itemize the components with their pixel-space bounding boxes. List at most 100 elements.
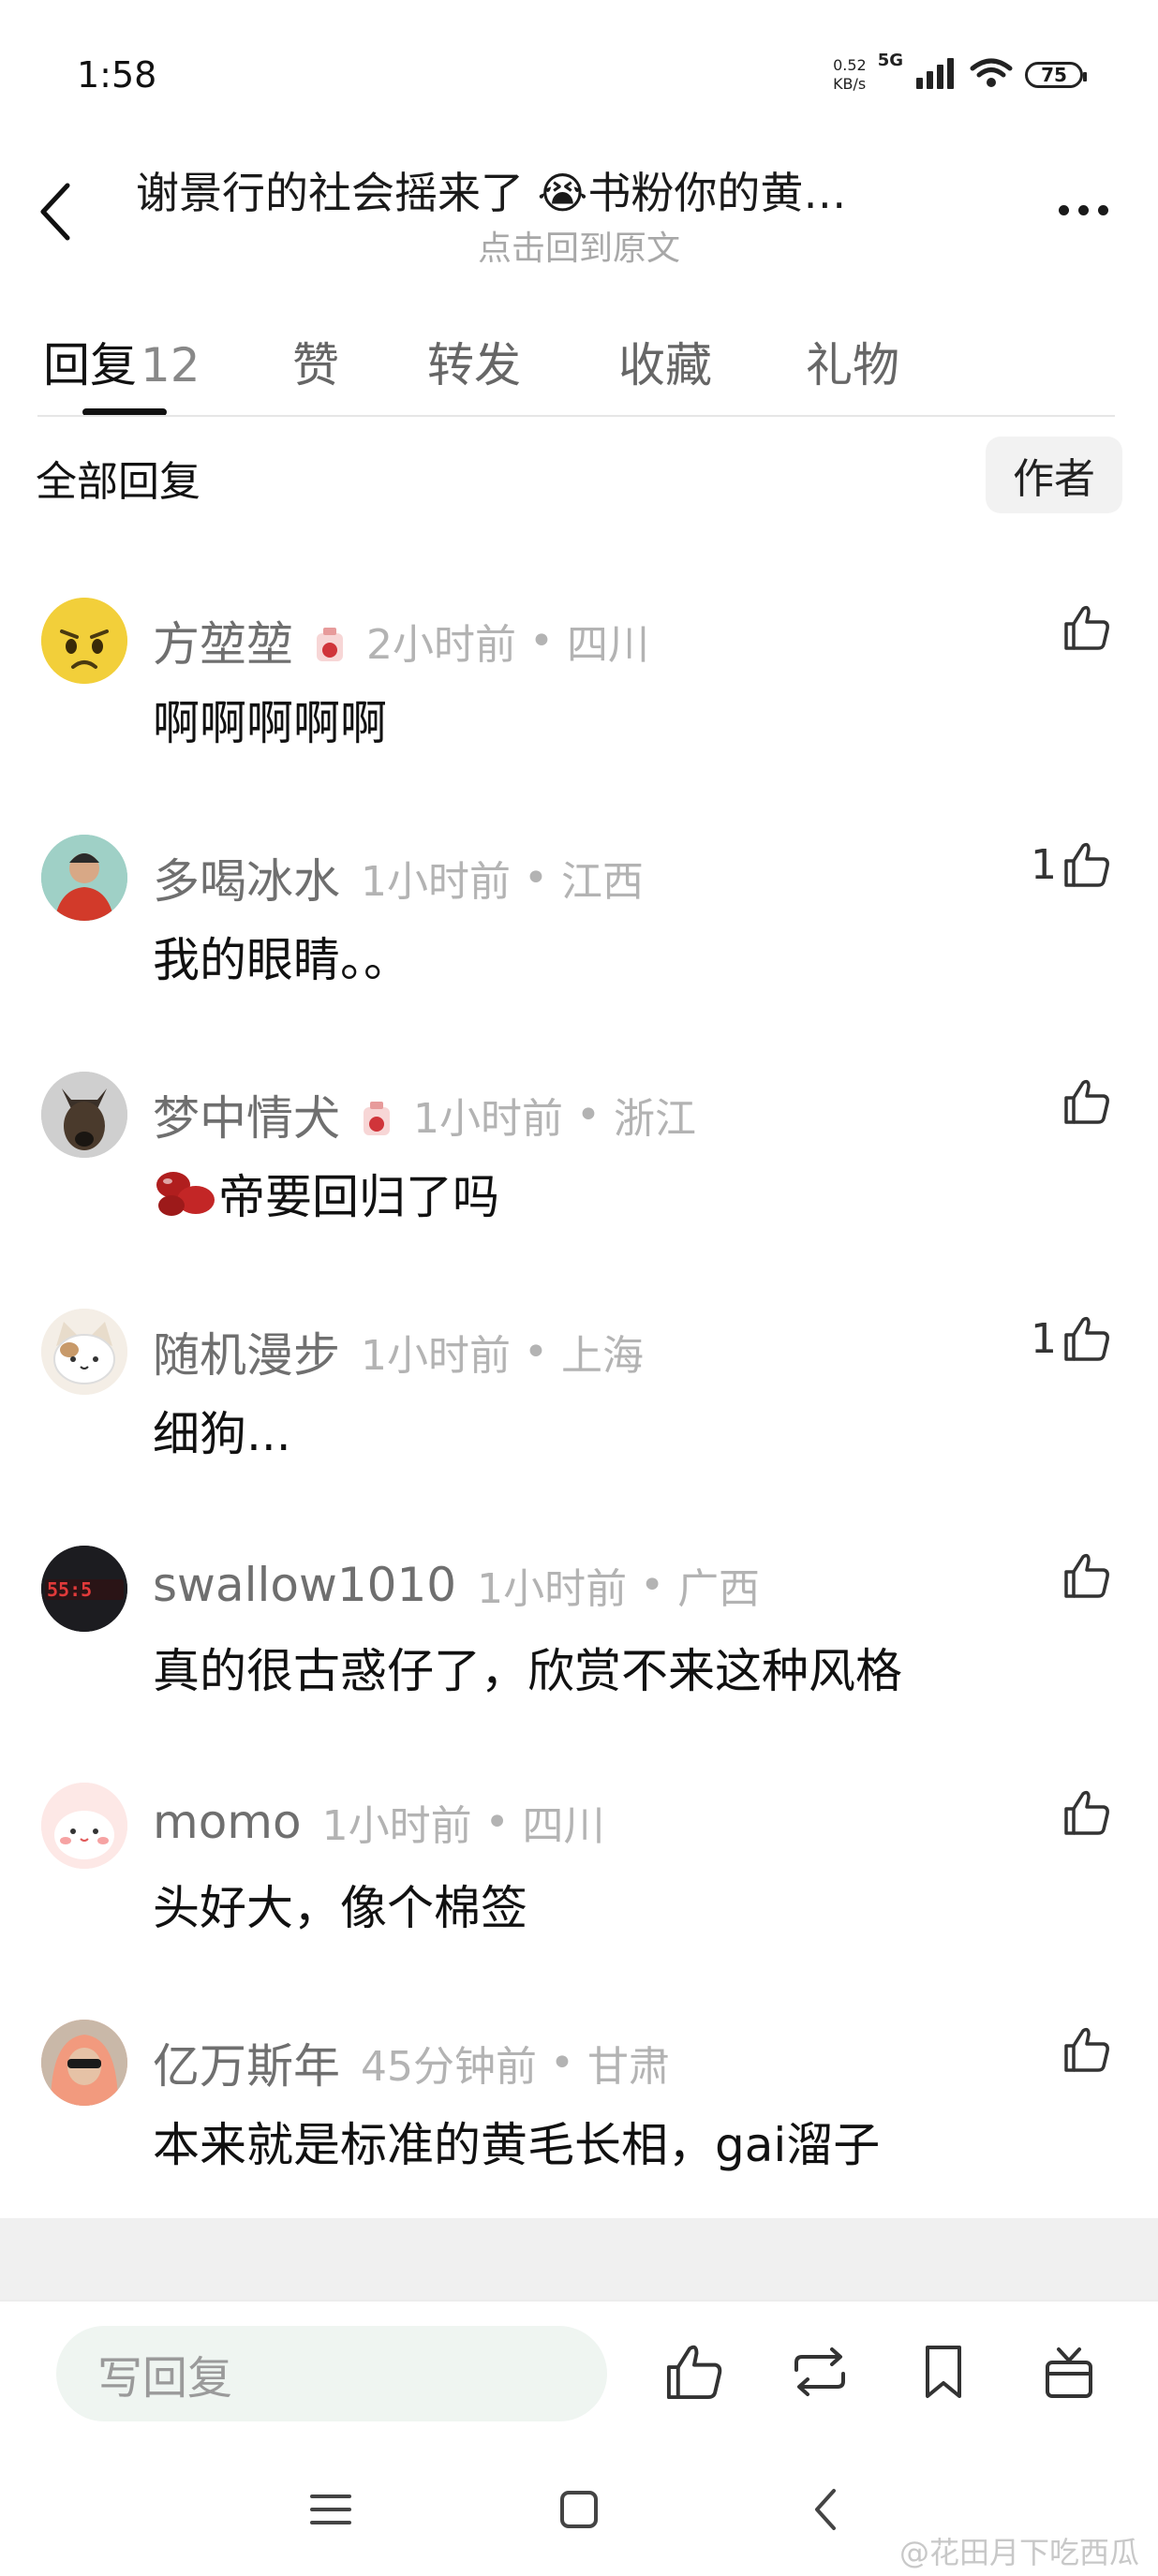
back-to-original-link[interactable]: 点击回到原文 [0, 221, 1158, 270]
comment-location: 四川 [566, 621, 649, 669]
username[interactable]: momo [153, 1795, 302, 1849]
svg-text:55:5: 55:5 [47, 1578, 92, 1601]
user-photo-icon [41, 2020, 127, 2106]
like-button[interactable]: 1 [1031, 1314, 1111, 1363]
comment-item: 方堃堃 2小时前 • 四川 啊啊啊啊啊 [0, 590, 1158, 827]
avatar[interactable] [41, 1783, 127, 1869]
separator-dot: • [524, 1327, 548, 1376]
comment-text: 细狗... [153, 1407, 291, 1461]
comment-item: 亿万斯年 45分钟前 • 甘肃 本来就是标准的黄毛长相，gai溜子 [0, 2012, 1158, 2249]
square-home-icon [560, 2491, 598, 2528]
home-button[interactable] [546, 2481, 612, 2538]
avatar[interactable] [41, 1309, 127, 1395]
comment-meta: 随机漫步 1小时前 • 上海 [153, 1318, 644, 1385]
status-bar: 1:58 0.52 KB/s 5G 75 [0, 0, 1158, 141]
username[interactable]: 多喝冰水 [153, 844, 340, 911]
tab-bar: 回复12 赞 转发 收藏 礼物 [0, 309, 1158, 418]
avatar[interactable] [41, 1072, 127, 1158]
dot [1077, 204, 1089, 215]
tab-reposts[interactable]: 转发 [427, 328, 521, 395]
tab-replies-label: 回复 [43, 338, 137, 392]
like-button[interactable]: 1 [1031, 840, 1111, 889]
watermark: @花田月下吃西瓜 [898, 2535, 1139, 2570]
separator-dot: • [529, 616, 554, 665]
like-button[interactable] [1057, 1077, 1111, 1126]
status-time: 1:58 [77, 54, 157, 96]
thumbs-up-icon [1064, 605, 1109, 650]
avatar[interactable] [41, 835, 127, 921]
like-button[interactable] [1057, 603, 1111, 652]
bookmark-icon [926, 2346, 961, 2398]
user-photo-icon [41, 835, 127, 921]
comment-location: 广西 [677, 1565, 761, 1613]
header: 谢景行的社会摇来了 😭书粉你的黄… 点击回到原文 [0, 141, 1158, 281]
tab-gifts[interactable]: 礼物 [806, 328, 899, 395]
network-type: 5G [877, 51, 903, 70]
avatar[interactable] [41, 598, 127, 684]
avatar[interactable] [41, 2020, 127, 2106]
chevron-left-icon [815, 2489, 836, 2530]
gift-button[interactable] [1036, 2339, 1102, 2405]
dog-photo-icon [41, 1072, 127, 1158]
comment-text: 啊啊啊啊啊 [153, 696, 387, 750]
thumbs-up-icon [666, 2345, 722, 2400]
cute-blob-avatar-icon [41, 1783, 127, 1869]
avatar[interactable]: 55:5 [41, 1546, 127, 1632]
comment-item: 多喝冰水 1小时前 • 江西 我的眼睛。。 1 [0, 827, 1158, 1064]
menu-button[interactable] [298, 2481, 364, 2538]
cat-avatar-icon [41, 1309, 127, 1395]
network-speed: 0.52 KB/s [833, 56, 867, 94]
comment-time: 1小时前 [361, 858, 511, 906]
comment-time: 1小时前 [361, 1332, 511, 1380]
signal-icon [914, 57, 958, 93]
network-speed-unit: KB/s [833, 75, 867, 93]
reply-input[interactable]: 写回复 [56, 2326, 607, 2421]
username[interactable]: 方堃堃 [153, 607, 293, 674]
tab-replies[interactable]: 回复12 [43, 328, 200, 395]
page-title[interactable]: 谢景行的社会摇来了 😭书粉你的黄… [136, 159, 1007, 221]
comment-list: 方堃堃 2小时前 • 四川 啊啊啊啊啊 多喝冰水 1小时前 • 江西 我的眼睛。… [0, 590, 1158, 2249]
comment-meta: momo 1小时前 • 四川 [153, 1792, 605, 1852]
comment-item: 梦中情犬 1小时前 • 浙江 帝要回归了吗 [0, 1064, 1158, 1301]
digital-clock-avatar-icon: 55:5 [41, 1546, 127, 1632]
thumbs-up-icon [1064, 1316, 1109, 1361]
repost-button[interactable] [787, 2339, 853, 2405]
comment-text: 头好大，像个棉签 [153, 1881, 527, 1935]
comment-text: 我的眼睛。。 [153, 933, 410, 987]
username[interactable]: 随机漫步 [153, 1318, 340, 1385]
comment-time: 45分钟前 [361, 2043, 537, 2091]
comment-time: 1小时前 [321, 1802, 472, 1850]
dot [1097, 204, 1108, 215]
angry-face-icon [41, 598, 127, 684]
bookmark-button[interactable] [911, 2339, 976, 2405]
separator-dot: • [484, 1798, 510, 1846]
username[interactable]: 梦中情犬 [153, 1081, 340, 1148]
repost-icon [794, 2347, 845, 2396]
fan-badge-icon [361, 1096, 393, 1135]
red-bean-emoji-icon [156, 1172, 215, 1216]
comment-text-row: 帝要回归了吗 [153, 1160, 499, 1227]
tab-likes[interactable]: 赞 [292, 328, 339, 395]
comment-meta: 多喝冰水 1小时前 • 江西 [153, 844, 644, 911]
network-speed-value: 0.52 [833, 56, 867, 74]
tab-favorites[interactable]: 收藏 [618, 328, 712, 395]
like-button[interactable] [1057, 1551, 1111, 1600]
comment-location: 甘肃 [586, 2043, 670, 2091]
status-indicators: 0.52 KB/s 5G 75 [833, 51, 1087, 94]
separator-dot: • [576, 1090, 601, 1139]
like-button[interactable] [1057, 1788, 1111, 1837]
system-back-button[interactable] [793, 2481, 858, 2538]
author-filter-button[interactable]: 作者 [986, 437, 1122, 513]
like-button[interactable] [1057, 2025, 1111, 2074]
comment-location: 上海 [560, 1332, 644, 1380]
like-post-button[interactable] [661, 2339, 727, 2405]
comment-location: 四川 [522, 1802, 605, 1850]
more-options-button[interactable] [1046, 182, 1121, 238]
username[interactable]: 亿万斯年 [153, 2029, 340, 2096]
comment-meta: 梦中情犬 1小时前 • 浙江 [153, 1081, 696, 1148]
like-count: 1 [1031, 1314, 1057, 1363]
comment-text: 帝要回归了吗 [218, 1170, 499, 1224]
username[interactable]: swallow1010 [153, 1558, 456, 1612]
dot [1058, 204, 1069, 215]
comment-time: 2小时前 [366, 621, 516, 669]
